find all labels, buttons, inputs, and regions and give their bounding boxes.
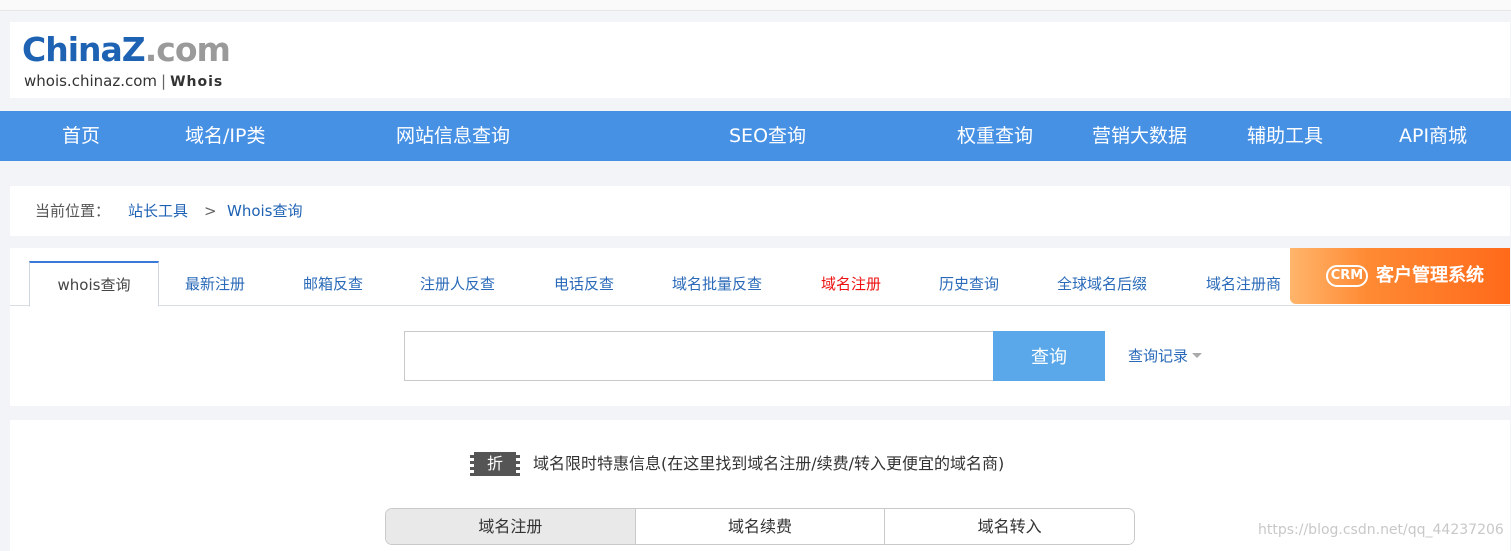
chinaz-logo[interactable]: ChinaZ.com whois.chinaz.com | Whois [22, 28, 262, 94]
query-history-label: 查询记录 [1128, 347, 1189, 365]
nav-item-seo[interactable]: SEO查询 [729, 111, 806, 161]
tab-whois[interactable]: whois查询 [29, 261, 159, 307]
tab-global-suffix[interactable]: 全球域名后缀 [1057, 262, 1147, 306]
segment-renew[interactable]: 域名续费 [635, 509, 886, 544]
tab-registrant-reverse[interactable]: 注册人反查 [420, 262, 495, 306]
breadcrumb-link-webmaster-tools[interactable]: 站长工具 [128, 186, 188, 236]
discount-ticket-icon: 折 [470, 452, 520, 476]
nav-item-tools[interactable]: 辅助工具 [1247, 111, 1323, 161]
search-button[interactable]: 查询 [993, 331, 1105, 381]
main-nav: 首页 域名/IP类 网站信息查询 SEO查询 权重查询 营销大数据 辅助工具 A… [0, 111, 1511, 161]
site-header: ChinaZ.com whois.chinaz.com | Whois [10, 22, 1510, 98]
tab-history[interactable]: 历史查询 [939, 262, 999, 306]
nav-item-home[interactable]: 首页 [62, 111, 100, 161]
tab-email-reverse[interactable]: 邮箱反查 [303, 262, 363, 306]
segment-transfer[interactable]: 域名转入 [885, 509, 1134, 544]
tab-domain-register[interactable]: 域名注册 [821, 262, 881, 306]
query-history-dropdown[interactable]: 查询记录 [1128, 331, 1203, 381]
tab-latest-registered[interactable]: 最新注册 [185, 262, 245, 306]
csdn-watermark: https://blog.csdn.net/qq_44237206 [1258, 522, 1504, 538]
breadcrumb: 当前位置： 站长工具 > Whois查询 [10, 186, 1510, 236]
tab-registrar[interactable]: 域名注册商 [1206, 262, 1281, 306]
nav-item-domain-ip[interactable]: 域名/IP类 [185, 111, 265, 161]
segment-register[interactable]: 域名注册 [386, 509, 636, 544]
promo-text: 域名限时特惠信息(在这里找到域名注册/续费/转入更便宜的域名商) [533, 454, 1005, 473]
crm-title: 客户管理系统 [1376, 265, 1484, 286]
logo-subtitle-name: Whois [170, 74, 224, 90]
logo-brand: ChinaZ.com [22, 30, 231, 70]
tab-batch-reverse[interactable]: 域名批量反查 [672, 262, 762, 306]
caret-down-icon [1192, 352, 1203, 358]
deal-type-switcher: 域名注册 域名续费 域名转入 [385, 508, 1135, 545]
logo-brand-main: ChinaZ [22, 30, 146, 69]
tab-phone-reverse[interactable]: 电话反查 [554, 262, 614, 306]
breadcrumb-label: 当前位置： [35, 202, 111, 220]
nav-item-marketing-data[interactable]: 营销大数据 [1092, 111, 1187, 161]
nav-item-weight[interactable]: 权重查询 [957, 111, 1033, 161]
domain-search-input[interactable] [404, 331, 994, 381]
crm-ad-banner[interactable]: CRM 客户管理系统 [1290, 248, 1510, 304]
breadcrumb-separator: > [204, 202, 217, 220]
logo-subtitle-separator: | [161, 72, 167, 90]
tab-bar: whois查询 最新注册 邮箱反查 注册人反查 电话反查 域名批量反查 域名注册… [10, 248, 1510, 307]
breadcrumb-link-whois[interactable]: Whois查询 [227, 186, 303, 236]
nav-item-api-mall[interactable]: API商城 [1399, 111, 1467, 161]
top-strip [0, 0, 1511, 11]
logo-brand-suffix: .com [144, 30, 231, 69]
logo-subtitle-url: whois.chinaz.com [24, 72, 158, 90]
crm-badge: CRM [1326, 265, 1368, 287]
whois-search-panel: whois查询 最新注册 邮箱反查 注册人反查 电话反查 域名批量反查 域名注册… [10, 248, 1510, 406]
nav-item-site-info[interactable]: 网站信息查询 [396, 111, 510, 161]
logo-subtitle: whois.chinaz.com | Whois [24, 72, 223, 91]
